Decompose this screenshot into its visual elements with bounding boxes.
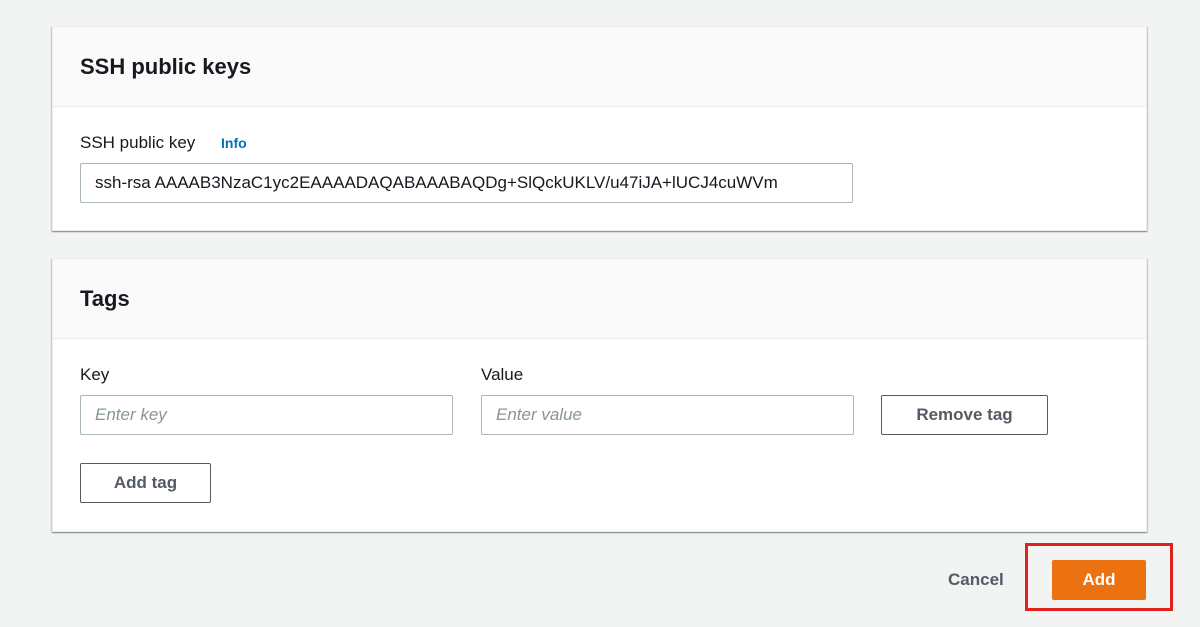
ssh-public-key-input[interactable] bbox=[80, 163, 853, 203]
ssh-panel-header: SSH public keys bbox=[53, 27, 1146, 107]
tag-value-label: Value bbox=[481, 365, 524, 384]
tags-panel-header: Tags bbox=[53, 259, 1146, 339]
add-tag-button[interactable]: Add tag bbox=[80, 463, 211, 503]
cancel-button[interactable]: Cancel bbox=[936, 566, 1016, 594]
ssh-panel-title: SSH public keys bbox=[80, 53, 252, 79]
tag-key-label: Key bbox=[80, 365, 110, 384]
tags-panel: Tags Key Value Remove tag Add tag bbox=[52, 258, 1147, 532]
tag-key-input[interactable] bbox=[80, 395, 453, 435]
ssh-public-keys-panel: SSH public keys SSH public key Info bbox=[52, 26, 1147, 231]
ssh-public-key-label: SSH public key bbox=[80, 133, 196, 152]
tag-value-input[interactable] bbox=[481, 395, 854, 435]
remove-tag-button[interactable]: Remove tag bbox=[881, 395, 1048, 435]
add-button[interactable]: Add bbox=[1052, 560, 1146, 600]
ssh-key-info-link[interactable]: Info bbox=[221, 135, 247, 151]
tags-panel-title: Tags bbox=[80, 285, 130, 311]
